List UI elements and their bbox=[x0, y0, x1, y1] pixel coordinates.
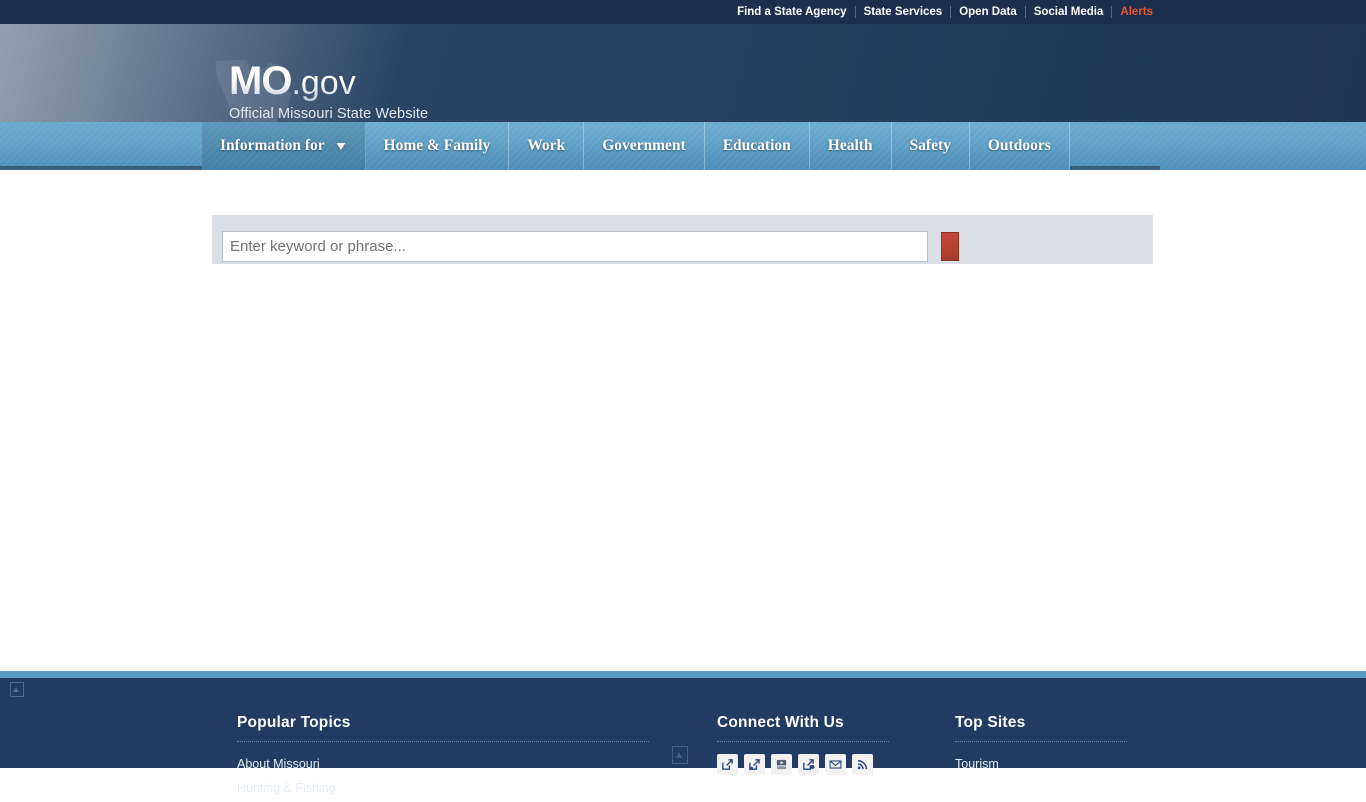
footer-links-popular-topics: About Missouri Hunting & Fishing bbox=[237, 754, 652, 802]
footer-heading-top-sites: Top Sites bbox=[955, 714, 1026, 731]
nav-item-outdoors[interactable]: Outdoors bbox=[970, 122, 1070, 170]
footer-link-about-missouri[interactable]: About Missouri bbox=[237, 754, 475, 774]
footer-divider bbox=[717, 741, 889, 742]
footer-column-top-sites: Top Sites Tourism bbox=[955, 714, 1130, 778]
nav-item-home-and-family[interactable]: Home & Family bbox=[366, 122, 510, 170]
utility-link-find-a-state-agency[interactable]: Find a State Agency bbox=[729, 0, 855, 24]
main-navigation-items: Information for ▼ Home & Family Work Gov… bbox=[202, 122, 1070, 170]
search-panel bbox=[212, 215, 1153, 264]
utility-link-social-media[interactable]: Social Media bbox=[1026, 0, 1112, 24]
external-link-icon[interactable] bbox=[798, 754, 819, 775]
footer-column-connect-with-us: Connect With Us bbox=[717, 714, 892, 775]
search-input[interactable] bbox=[222, 231, 928, 262]
nav-item-label: Education bbox=[722, 137, 791, 154]
logo-mo-text: MO bbox=[229, 59, 292, 103]
broken-image-icon bbox=[10, 682, 24, 697]
utility-bar: Find a State Agency State Services Open … bbox=[0, 0, 1366, 24]
youtube-icon[interactable] bbox=[771, 754, 792, 775]
nav-item-safety[interactable]: Safety bbox=[892, 122, 970, 170]
nav-item-education[interactable]: Education bbox=[705, 122, 810, 170]
email-icon[interactable] bbox=[825, 754, 846, 775]
broken-image-icon bbox=[672, 746, 688, 764]
nav-item-label: Outdoors bbox=[987, 137, 1051, 154]
logo-tagline: Official Missouri State Website bbox=[229, 106, 429, 122]
nav-item-work[interactable]: Work bbox=[509, 122, 585, 170]
utility-link-open-data[interactable]: Open Data bbox=[951, 0, 1025, 24]
footer-link-hunting-and-fishing[interactable]: Hunting & Fishing bbox=[237, 778, 475, 798]
external-link-icon[interactable] bbox=[744, 754, 765, 775]
footer-column-popular-topics: Popular Topics About Missouri Hunting & … bbox=[237, 714, 652, 802]
utility-links: Find a State Agency State Services Open … bbox=[729, 0, 1161, 24]
logo-gov-text: .gov bbox=[291, 64, 356, 102]
nav-item-government[interactable]: Government bbox=[584, 122, 705, 170]
nav-item-health[interactable]: Health bbox=[810, 122, 892, 170]
footer-heading-popular-topics: Popular Topics bbox=[237, 714, 351, 731]
nav-item-label: Government bbox=[602, 137, 686, 154]
nav-item-label: Home & Family bbox=[383, 137, 491, 154]
nav-item-information-for[interactable]: Information for ▼ bbox=[202, 122, 366, 170]
footer-divider bbox=[955, 741, 1127, 742]
utility-link-state-services[interactable]: State Services bbox=[856, 0, 951, 24]
logo-wordmark: MO.gov bbox=[229, 60, 428, 104]
site-footer: Popular Topics About Missouri Hunting & … bbox=[0, 678, 1366, 795]
footer-divider bbox=[237, 741, 649, 742]
social-icon-row bbox=[717, 754, 892, 775]
nav-item-label: Safety bbox=[909, 137, 951, 154]
footer-link-tourism[interactable]: Tourism bbox=[955, 754, 1130, 774]
nav-item-label: Information for bbox=[220, 137, 325, 154]
footer-heading-connect-with-us: Connect With Us bbox=[717, 714, 844, 731]
main-content-area bbox=[0, 170, 1366, 671]
chevron-down-icon: ▼ bbox=[333, 139, 349, 153]
site-logo[interactable]: MO.gov Official Missouri State Website bbox=[229, 60, 428, 122]
search-submit-button[interactable] bbox=[941, 232, 959, 261]
footer-top-rule bbox=[0, 671, 1366, 678]
nav-item-label: Work bbox=[527, 137, 566, 154]
nav-item-label: Health bbox=[827, 137, 873, 154]
external-link-icon[interactable] bbox=[717, 754, 738, 775]
site-header: MO.gov Official Missouri State Website bbox=[0, 24, 1366, 122]
utility-link-alerts[interactable]: Alerts bbox=[1112, 0, 1161, 24]
rss-icon[interactable] bbox=[852, 754, 873, 775]
